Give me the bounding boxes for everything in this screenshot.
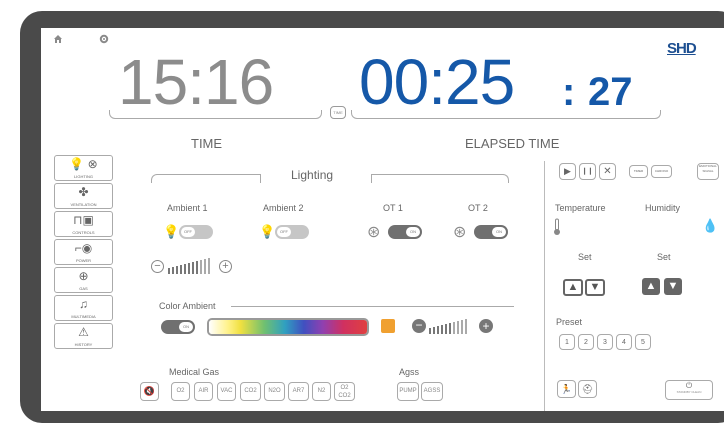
color-spectrum-slider[interactable] — [207, 318, 369, 336]
ambient2-bulb-icon: 💡 — [259, 224, 276, 239]
section-divider — [544, 161, 545, 411]
elapsed-caption: ELAPSED TIME — [465, 136, 560, 151]
preset-label: Preset — [556, 317, 583, 327]
plug-icon: ⌐◉ — [74, 241, 93, 255]
ot2-toggle[interactable]: ON — [474, 225, 508, 239]
preset-1-button[interactable]: 1 — [559, 334, 575, 350]
ot1-lamp-icon: ⊛ — [367, 224, 381, 241]
color-ambient-rule — [231, 306, 514, 307]
sidebar-item-history[interactable]: ⚠ HISTORY — [54, 323, 113, 349]
humidity-set-label: Set — [657, 252, 671, 262]
sidebar-item-power[interactable]: ⌐◉ POWER — [54, 239, 113, 265]
brightness-level-bars[interactable] — [168, 258, 216, 279]
lighting-frame-left — [151, 174, 261, 183]
agss-title: Agss — [399, 367, 420, 377]
ot2-lamp-icon: ⊛ — [453, 224, 467, 241]
home-icon[interactable] — [53, 34, 63, 47]
emergency-call-icon[interactable]: ⛑ — [578, 380, 597, 398]
time-reset-button[interactable]: TIME — [330, 106, 346, 119]
timer-mode-button[interactable]: TIMER — [629, 165, 648, 178]
gas-air-button[interactable]: AIR — [194, 382, 213, 401]
lighting-title: Lighting — [291, 168, 334, 182]
sidebar-item-multimedia[interactable]: ♫ MULTIMEDIA — [54, 295, 113, 321]
medical-gas-title: Medical Gas — [169, 367, 220, 377]
warning-icon: ⚠ — [78, 325, 89, 339]
thermometer-icon — [553, 218, 561, 241]
time-caption: TIME — [191, 136, 223, 151]
ambient1-label: Ambient 1 — [167, 203, 208, 213]
gas-icon: ⊕ — [78, 269, 89, 283]
music-icon: ♫ — [79, 297, 88, 311]
ot1-label: OT 1 — [383, 203, 403, 213]
temperature-up-button[interactable]: ▲ — [563, 279, 583, 296]
fire-evacuation-icon[interactable]: 🏃 — [557, 380, 576, 398]
color-dim-plus-button[interactable]: + — [479, 319, 493, 333]
ambient1-bulb-icon: 💡 — [163, 224, 180, 239]
mute-alarm-icon[interactable]: 🔇 — [140, 382, 159, 401]
sidebar-item-ventilation[interactable]: ✤ VENTILATION — [54, 183, 113, 209]
stop-button[interactable]: ✕ — [599, 163, 616, 180]
standby-clean-button[interactable]: ⏻ STANDBY CLEAN — [665, 380, 713, 400]
elapsed-display: 00:25 — [359, 46, 515, 118]
chrono-mode-button[interactable]: CHRONO — [651, 165, 672, 178]
temperature-label: Temperature — [555, 203, 606, 213]
humidity-label: Humidity — [645, 203, 681, 213]
color-level-bars[interactable] — [429, 318, 473, 339]
brand-logo: SHD — [667, 40, 697, 57]
gas-n2o-button[interactable]: N2O — [264, 382, 285, 401]
ambient2-toggle[interactable]: OFF — [275, 225, 309, 239]
time-display: 15:16 — [118, 46, 274, 118]
ambient1-toggle[interactable]: OFF — [179, 225, 213, 239]
ambient2-label: Ambient 2 — [263, 203, 304, 213]
emotional-signal-button[interactable]: EMOTIONAL SIGNAL — [697, 163, 719, 180]
gear-icon[interactable] — [99, 34, 109, 47]
bulb-icon: 💡 ⊗ — [69, 157, 98, 171]
lighting-frame-right — [371, 174, 509, 183]
humidity-down-button[interactable]: ▼ — [664, 278, 682, 295]
controls-icon: ⊓▣ — [73, 213, 94, 227]
power-icon: ⏻ — [685, 381, 693, 390]
gas-o2-button[interactable]: O2 — [171, 382, 190, 401]
play-button[interactable]: ▶ — [559, 163, 576, 180]
selected-color-swatch[interactable] — [381, 319, 395, 333]
ot1-toggle[interactable]: ON — [388, 225, 422, 239]
dim-minus-button[interactable]: − — [151, 260, 164, 273]
gas-co2-button[interactable]: CO2 — [240, 382, 261, 401]
humidity-up-button[interactable]: ▲ — [642, 278, 660, 295]
main-screen: SHD 15:16 TIME TIME 00:25 : 27 ELAPSED T… — [41, 28, 724, 411]
ot2-label: OT 2 — [468, 203, 488, 213]
droplet-icon: 💧 — [702, 218, 719, 233]
preset-2-button[interactable]: 2 — [578, 334, 594, 350]
dim-plus-button[interactable]: + — [219, 260, 232, 273]
gas-n2-button[interactable]: N2 — [312, 382, 331, 401]
preset-5-button[interactable]: 5 — [635, 334, 651, 350]
temperature-set-label: Set — [578, 252, 592, 262]
color-ambient-toggle[interactable]: ON — [161, 320, 195, 334]
pause-button[interactable]: ❙❙ — [579, 163, 596, 180]
agss-pump-button[interactable]: PUMP — [397, 382, 419, 401]
sidebar-item-controls[interactable]: ⊓▣ CONTROLS — [54, 211, 113, 237]
elapsed-underline — [351, 110, 661, 119]
elapsed-separator: : — [562, 70, 576, 114]
gas-ar7-button[interactable]: AR7 — [288, 382, 309, 401]
sidebar-item-lighting[interactable]: 💡 ⊗ LIGHTING — [54, 155, 113, 181]
preset-4-button[interactable]: 4 — [616, 334, 632, 350]
preset-3-button[interactable]: 3 — [597, 334, 613, 350]
color-dim-minus-button[interactable]: − — [412, 319, 426, 333]
sidebar-item-gas[interactable]: ⊕ GAS — [54, 267, 113, 293]
gas-vac-button[interactable]: VAC — [217, 382, 236, 401]
agss-agss-button[interactable]: AGSS — [421, 382, 443, 401]
gas-o2-co2-button[interactable]: O2 CO2 — [334, 382, 355, 401]
temperature-down-button[interactable]: ▼ — [585, 279, 605, 296]
fan-icon: ✤ — [78, 185, 89, 199]
elapsed-seconds: 27 — [588, 70, 633, 114]
time-underline — [109, 110, 322, 119]
color-ambient-label: Color Ambient — [159, 301, 216, 311]
